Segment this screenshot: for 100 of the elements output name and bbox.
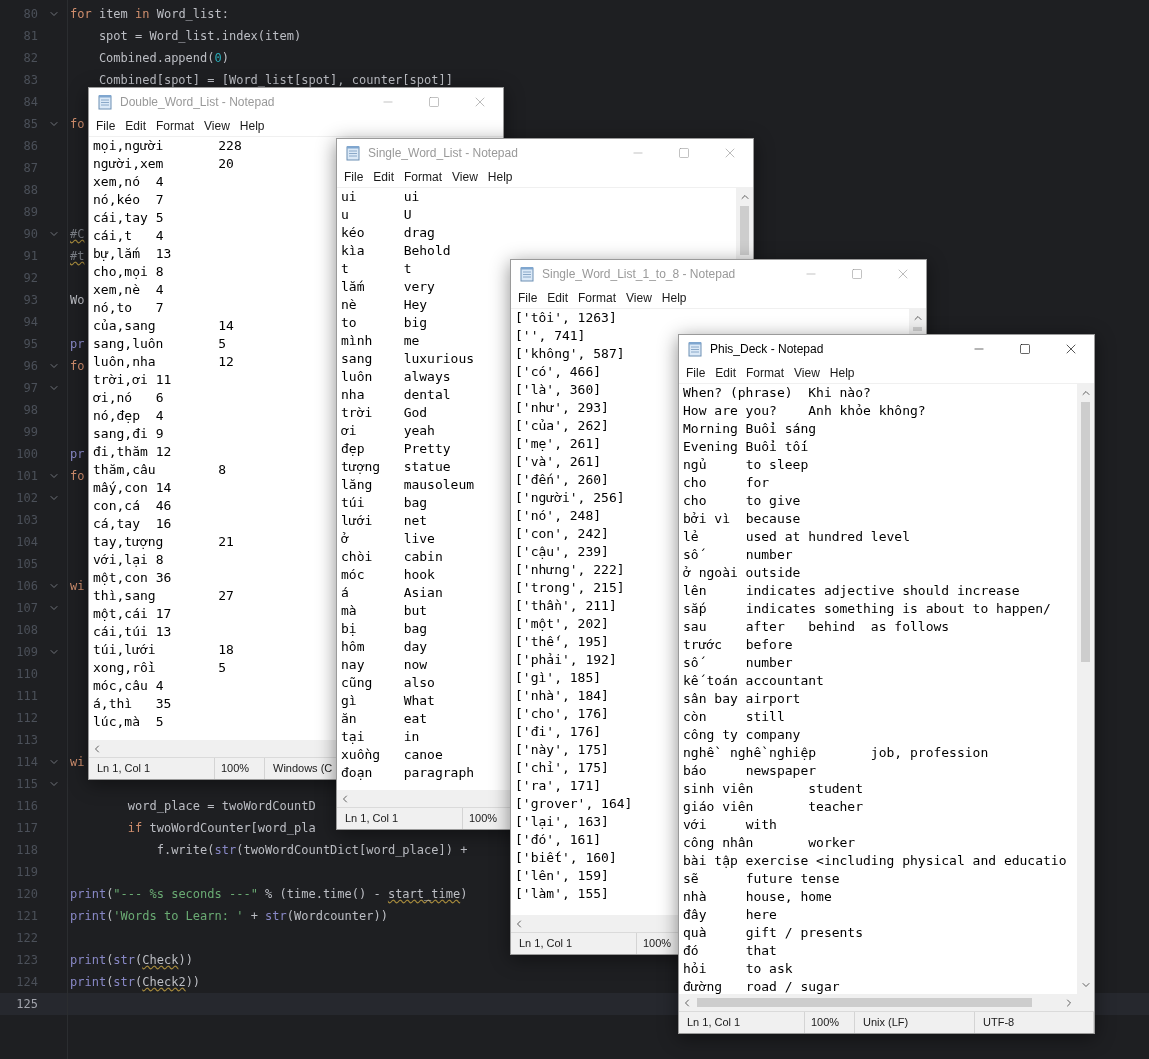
text-line: một,cái 17 bbox=[93, 605, 172, 623]
text-line: công nhân worker bbox=[683, 834, 856, 852]
text-line: ['của', 262] bbox=[515, 417, 609, 435]
window-title: Double_Word_List - Notepad bbox=[120, 94, 275, 111]
status-text: UTF-8 bbox=[983, 1015, 1015, 1031]
text-line: nghề nghề nghiệp job, profession bbox=[683, 744, 989, 762]
text-line: trước before bbox=[683, 636, 793, 654]
code-line: print(str(Check)) bbox=[70, 952, 193, 969]
text-line: ['chỉ', 175] bbox=[515, 759, 609, 777]
menu-item[interactable]: Edit bbox=[710, 364, 742, 382]
text-line: ['như', 293] bbox=[515, 399, 609, 417]
code-line: print('Words to Learn: ' + str(Wordcounter)) bbox=[70, 908, 388, 925]
text-line: bởi vì because bbox=[683, 510, 801, 528]
text-line: bự,lắm 13 bbox=[93, 245, 172, 263]
menu-item[interactable]: Edit bbox=[120, 117, 152, 135]
menu-item[interactable]: View bbox=[621, 289, 657, 307]
text-line: túi bag bbox=[341, 494, 428, 512]
code-line: Combined[spot] = [Word_list[spot], counter[spot]] bbox=[97, 72, 453, 89]
menu-item[interactable]: View bbox=[447, 168, 483, 186]
menu-item[interactable]: Help bbox=[656, 289, 692, 307]
text-line: mấy,con 14 bbox=[93, 479, 172, 497]
text-line: công ty company bbox=[683, 726, 801, 744]
text-line: luôn always bbox=[341, 368, 451, 386]
text-line: xuồng canoe bbox=[341, 746, 443, 764]
text-line: kéo drag bbox=[341, 224, 435, 242]
text-line: ['trong', 215] bbox=[515, 579, 625, 597]
code-line: fo bbox=[70, 358, 85, 375]
text-line: số number bbox=[683, 546, 793, 564]
code-line: #C bbox=[70, 226, 85, 243]
text-line: to big bbox=[341, 314, 428, 332]
text-line: cái,túi 13 bbox=[93, 623, 172, 641]
text-line: nhà house, home bbox=[683, 888, 832, 906]
text-line: ['phải', 192] bbox=[515, 651, 617, 669]
text-line: hỏi to ask bbox=[683, 960, 793, 978]
text-line: ['người', 256] bbox=[515, 489, 625, 507]
code-line: wi bbox=[70, 578, 85, 595]
text-line: hôm day bbox=[341, 638, 428, 656]
code-line: if twoWordCounter[word_pla bbox=[126, 820, 316, 837]
menu-item[interactable]: Edit bbox=[542, 289, 574, 307]
text-line: á,thì 35 bbox=[93, 695, 172, 713]
text-line: xong,rồi 5 bbox=[93, 659, 227, 677]
text-line: ở live bbox=[341, 530, 435, 548]
scrollbar-thumb[interactable] bbox=[697, 998, 1032, 1007]
text-line: đây here bbox=[683, 906, 777, 924]
text-line: ui ui bbox=[341, 188, 420, 206]
text-line: ăn eat bbox=[341, 710, 428, 728]
text-line: đó that bbox=[683, 942, 777, 960]
menu-item[interactable]: File bbox=[91, 117, 121, 135]
scrollbar-thumb[interactable] bbox=[1081, 402, 1090, 662]
text-line: đoạn paragraph bbox=[341, 764, 475, 782]
text-line: ['là', 360] bbox=[515, 381, 602, 399]
scrollbar-thumb[interactable] bbox=[740, 206, 749, 255]
text-line: When? (phrase) Khi nào? bbox=[683, 384, 871, 402]
menu-item[interactable]: View bbox=[199, 117, 235, 135]
text-line: u U bbox=[341, 206, 412, 224]
text-line: với with bbox=[683, 816, 777, 834]
menu-item[interactable]: Format bbox=[573, 289, 622, 307]
text-line: ['cho', 176] bbox=[515, 705, 609, 723]
text-line: ['thần', 211] bbox=[515, 597, 617, 615]
menu-item[interactable]: Format bbox=[399, 168, 448, 186]
text-line: đường road / sugar bbox=[683, 978, 840, 994]
text-line: Evening Buổi tối bbox=[683, 438, 809, 456]
menu-item[interactable]: File bbox=[513, 289, 543, 307]
text-line: nó,to 7 bbox=[93, 299, 164, 317]
text-line: kìa Behold bbox=[341, 242, 451, 260]
maximize-icon bbox=[428, 96, 440, 108]
status-text: 100% bbox=[221, 761, 250, 777]
text-line: nó,kéo 7 bbox=[93, 191, 164, 209]
text-line: t t bbox=[341, 260, 412, 278]
text-line: cho,mọi 8 bbox=[93, 263, 164, 281]
text-line: nha dental bbox=[341, 386, 451, 404]
menu-item[interactable]: File bbox=[681, 364, 711, 382]
text-line: How are you? Anh khỏe không? bbox=[683, 402, 926, 420]
code-line: print("--- %s seconds ---" % (time.time() - start_time) bbox=[70, 886, 468, 903]
text-line: sang,đi 9 bbox=[93, 425, 164, 443]
maximize-icon bbox=[851, 268, 863, 280]
menu-item[interactable]: Help bbox=[234, 117, 270, 135]
text-line: người,xem 20 bbox=[93, 155, 234, 173]
notepad-icon bbox=[687, 341, 703, 357]
menu-item[interactable]: Help bbox=[824, 364, 860, 382]
menu-item[interactable]: File bbox=[339, 168, 369, 186]
menu-item[interactable]: View bbox=[789, 364, 825, 382]
text-line: mọi,người 228 bbox=[93, 137, 242, 155]
menu-item[interactable]: Format bbox=[151, 117, 200, 135]
text-line: ['con', 242] bbox=[515, 525, 609, 543]
menu-item[interactable]: Format bbox=[741, 364, 790, 382]
text-line: báo newspaper bbox=[683, 762, 817, 780]
status-text: Unix (LF) bbox=[863, 1015, 909, 1031]
text-line: lên indicates adjective should increase bbox=[683, 582, 1020, 600]
code-line: for item in Word_list: bbox=[70, 6, 229, 23]
code-line: spot = Word_list.index(item) bbox=[97, 28, 302, 45]
text-line: ơi yeah bbox=[341, 422, 435, 440]
code-line: fo bbox=[70, 116, 85, 133]
menu-item[interactable]: Edit bbox=[368, 168, 400, 186]
text-line: lưới net bbox=[341, 512, 428, 530]
text-line: sân bay airport bbox=[683, 690, 801, 708]
text-line: thăm,câu 8 bbox=[93, 461, 227, 479]
notepad-icon bbox=[519, 266, 535, 282]
menu-item[interactable]: Help bbox=[482, 168, 518, 186]
text-line: cũng also bbox=[341, 674, 435, 692]
